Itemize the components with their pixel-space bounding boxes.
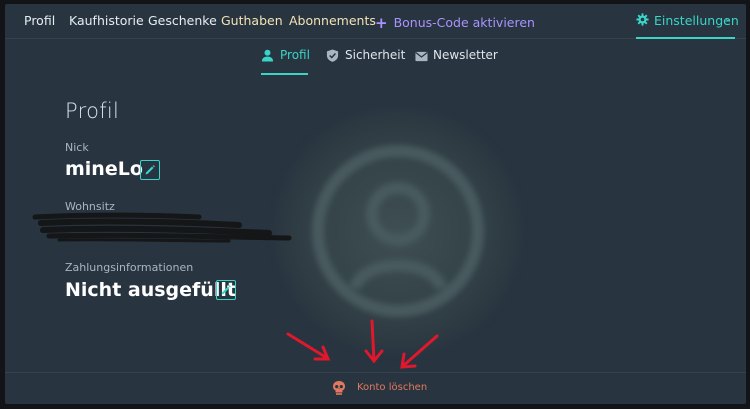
- tab-profil-label: Profil: [280, 48, 310, 62]
- avatar-background-image: [273, 106, 523, 356]
- skull-icon: [333, 381, 345, 395]
- redacted-residence-scribble: [32, 212, 292, 243]
- account-settings-window: Profil Kaufhistorie Geschenke Guthaben A…: [5, 4, 746, 404]
- nick-label: Nick: [65, 141, 89, 154]
- nav-item-geschenke[interactable]: Geschenke: [148, 13, 217, 28]
- nav-item-profil[interactable]: Profil: [24, 13, 55, 28]
- tab-sicherheit-label: Sicherheit: [345, 48, 406, 62]
- tab-newsletter[interactable]: Newsletter: [415, 39, 500, 73]
- annotation-arrow-icon: [364, 319, 384, 364]
- nick-value: mineLo: [65, 158, 143, 180]
- tab-profil[interactable]: Profil: [261, 39, 310, 75]
- pencil-icon: [221, 285, 231, 295]
- bonus-code-label: Bonus-Code aktivieren: [393, 15, 535, 30]
- gear-icon: [636, 13, 649, 26]
- sub-navigation: Profil Sicherheit Newsletter: [5, 39, 746, 75]
- nav-item-kaufhistorie[interactable]: Kaufhistorie: [69, 13, 144, 28]
- annotation-arrow-icon: [286, 332, 331, 361]
- page-title: Profil: [65, 99, 120, 123]
- payment-value: Nicht ausgefüllt: [65, 279, 236, 301]
- envelope-icon: [415, 51, 428, 62]
- nav-item-guthaben[interactable]: Guthaben: [221, 13, 283, 28]
- nav-item-bonus-code[interactable]: + Bonus-Code aktivieren: [375, 13, 535, 32]
- chevron-down-icon: ⌄: [724, 14, 732, 24]
- pencil-icon: [145, 165, 155, 175]
- top-navigation: Profil Kaufhistorie Geschenke Guthaben A…: [5, 4, 746, 39]
- footer-bar: Konto löschen: [5, 372, 746, 404]
- settings-menu-button[interactable]: Einstellungen ⌄: [636, 4, 739, 39]
- annotation-arrow-icon: [400, 334, 439, 369]
- avatar-placeholder-icon: [312, 145, 484, 317]
- user-icon: [261, 49, 274, 62]
- payment-label: Zahlungsinformationen: [65, 261, 194, 274]
- tab-sicherheit[interactable]: Sicherheit: [326, 39, 406, 73]
- delete-account-label: Konto löschen: [357, 382, 428, 393]
- plus-icon: +: [375, 14, 388, 32]
- nav-item-abonnements[interactable]: Abonnements: [289, 13, 376, 28]
- edit-nick-button[interactable]: [140, 160, 160, 180]
- tab-newsletter-label: Newsletter: [433, 48, 498, 62]
- shield-icon: [326, 49, 339, 62]
- edit-payment-button[interactable]: [216, 280, 236, 300]
